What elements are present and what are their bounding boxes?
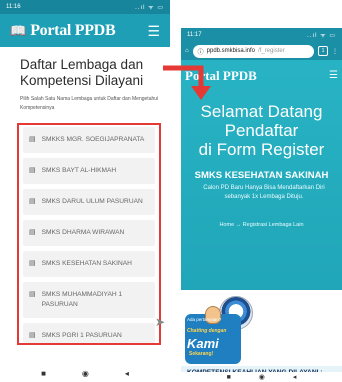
recent-apps-button[interactable]: ■ — [227, 374, 231, 381]
hamburger-menu-icon[interactable]: ☰ — [147, 24, 160, 38]
back-button[interactable]: ◂ — [293, 373, 297, 381]
info-icon: ⓘ — [197, 49, 204, 56]
book-icon: ▤ — [29, 229, 36, 236]
page-subtitle: Pilih Salah Satu Nama Lembaga untuk Daft… — [20, 96, 159, 111]
url-path: /f_register — [258, 48, 285, 54]
top-navbar: 📖 Portal PPDB ☰ — [0, 14, 170, 47]
status-icons: ..ıl ᯤ ▭ — [307, 33, 336, 39]
home-button[interactable]: ◉ — [259, 373, 265, 381]
hamburger-menu-icon[interactable]: ☰ — [329, 70, 338, 81]
home-button[interactable]: ◉ — [82, 369, 89, 378]
brand-name[interactable]: Portal PPDB — [185, 68, 257, 84]
school-name: SMKS PGRI 1 PASURUAN — [41, 332, 122, 339]
school-name: SMKS KESEHATAN SAKINAH — [41, 260, 132, 267]
back-button[interactable]: ◂ — [125, 369, 129, 378]
home-icon[interactable]: ⌂ — [185, 48, 189, 54]
recent-apps-button[interactable]: ■ — [41, 369, 46, 378]
status-bar: 11:17 ..ıl ᯤ ▭ — [181, 28, 342, 42]
breadcrumb[interactable]: Home → Registrasi Lembaga Lain — [181, 222, 342, 228]
book-icon: ▤ — [29, 260, 36, 267]
right-phone-screen: 11:17 ..ıl ᯤ ▭ ⌂ ⓘ ppdb.smkbisa.info/f_r… — [181, 28, 342, 382]
book-icon: ▤ — [29, 198, 36, 205]
brand-name: Portal PPDB — [30, 21, 116, 39]
chat-promo-banner[interactable]: Ada pertanyaan? Chatting dengan Kami Sek… — [185, 306, 241, 364]
welcome-line: Pendaftar — [224, 121, 299, 140]
android-navbar: ■ ◉ ◂ — [181, 372, 342, 382]
status-icons: ..ıl ᯤ ▭ — [135, 5, 164, 11]
content-area: Ada pertanyaan? Chatting dengan Kami Sek… — [181, 290, 342, 382]
left-phone-screen: 11:16 ..ıl ᯤ ▭ 📖 Portal PPDB ☰ Daftar Le… — [0, 0, 170, 382]
school-list-item[interactable]: ▤ SMKS PGRI 1 PASURUAN — [23, 323, 155, 343]
selected-school-name: SMKS KESEHATAN SAKINAH — [194, 170, 329, 181]
welcome-heading: Selamat Datang Pendaftar di Form Registe… — [181, 102, 342, 159]
school-name: SMKS BAYT AL-HIKMAH — [41, 167, 117, 174]
status-time: 11:16 — [6, 4, 21, 10]
screenshot-stage: 11:16 ..ıl ᯤ ▭ 📖 Portal PPDB ☰ Daftar Le… — [0, 0, 342, 382]
status-bar: 11:16 ..ıl ᯤ ▭ — [0, 0, 170, 14]
promo-line: Kami — [187, 336, 219, 351]
registration-note: Calon PD Baru Hanya Bisa Mendaftarkan Di… — [203, 185, 325, 200]
book-icon: ▤ — [29, 291, 36, 298]
status-time: 11:17 — [187, 32, 202, 38]
promo-line: Chatting dengan — [187, 328, 227, 334]
tab-switcher-button[interactable]: 1 — [318, 46, 328, 56]
school-list-item[interactable]: ▤ SMKS KESEHATAN SAKINAH — [23, 251, 155, 277]
browser-toolbar: ⌂ ⓘ ppdb.smkbisa.info/f_register 1 ⋮ — [181, 42, 342, 60]
book-icon: ▤ — [29, 332, 36, 339]
promo-question: Ada pertanyaan? — [187, 317, 222, 322]
school-list-item[interactable]: ▤ SMKS DHARMA WIRAWAN — [23, 220, 155, 246]
school-name: SMKS DHARMA WIRAWAN — [41, 229, 125, 236]
book-icon: 📖 — [10, 23, 27, 38]
welcome-line: Selamat Datang — [200, 102, 323, 121]
welcome-line: di Form Register — [198, 140, 325, 159]
school-list-item[interactable]: ▤ SMKS BAYT AL-HIKMAH — [23, 158, 155, 184]
school-name: SMKKS MGR. SOEGIJAPRANATA — [41, 136, 145, 143]
school-list-item[interactable]: ▤ SMKKS MGR. SOEGIJAPRANATA — [23, 127, 155, 153]
url-domain: ppdb.smkbisa.info — [206, 48, 256, 54]
scroll-top-rocket-icon[interactable]: ➤ — [155, 315, 165, 329]
book-icon: ▤ — [29, 136, 36, 143]
url-bar[interactable]: ⓘ ppdb.smkbisa.info/f_register — [192, 44, 314, 58]
page-title: Daftar Lembaga dan Kompetensi Dilayani — [20, 57, 144, 88]
promo-line: Sekarang! — [189, 351, 214, 357]
android-navbar: ■ ◉ ◂ — [0, 364, 170, 382]
school-name: SMKS DARUL ULUM PASURUAN — [41, 198, 143, 205]
more-options-icon[interactable]: ⋮ — [332, 48, 338, 55]
school-list-item[interactable]: ▤ SMKS MUHAMMADIYAH 1 PASURUAN — [23, 282, 155, 318]
school-list-highlight: ▤ SMKKS MGR. SOEGIJAPRANATA ▤ SMKS BAYT … — [17, 123, 161, 345]
brand-logo[interactable]: 📖 Portal PPDB — [10, 21, 116, 40]
school-list-item[interactable]: ▤ SMKS DARUL ULUM PASURUAN — [23, 189, 155, 215]
school-name: SMKS MUHAMMADIYAH 1 PASURUAN — [41, 291, 123, 308]
hero-banner: Portal PPDB ☰ Selamat Datang Pendaftar d… — [181, 60, 342, 290]
book-icon: ▤ — [29, 167, 36, 174]
